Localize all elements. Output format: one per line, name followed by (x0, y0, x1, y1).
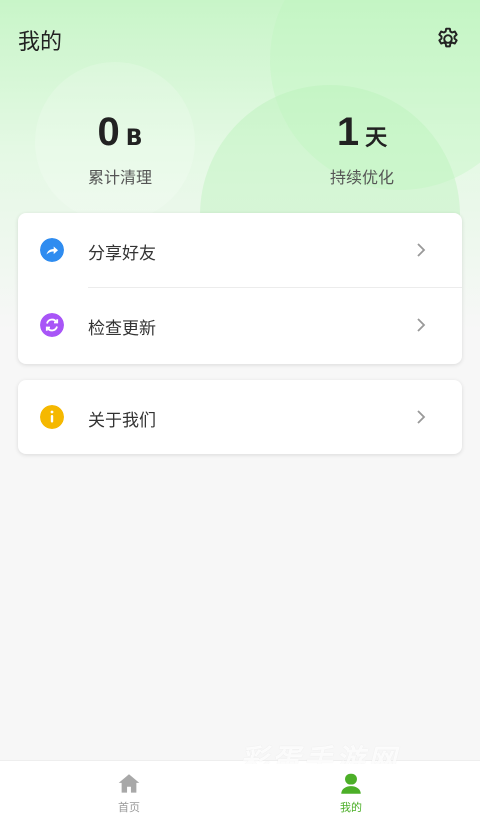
tab-me[interactable]: 我的 (291, 761, 411, 821)
chevron-right-icon (417, 318, 426, 332)
page-header: 我的 (0, 0, 480, 78)
watermark: 彩蛋手游网 (240, 743, 401, 764)
info-icon (40, 405, 64, 429)
refresh-icon (40, 313, 64, 337)
stat-unit: 天 (365, 126, 388, 151)
about-us-item[interactable]: 关于我们 (18, 380, 462, 455)
share-friends-item[interactable]: 分享好友 (18, 213, 462, 288)
check-update-item[interactable]: 检查更新 (18, 288, 462, 363)
gear-icon[interactable] (435, 26, 461, 52)
menu-item-label: 分享好友 (88, 244, 156, 264)
about-card: 关于我们 (18, 380, 462, 454)
stat-cleaned: 0B 累计清理 (20, 108, 220, 188)
stat-optimized: 1天 持续优化 (262, 108, 462, 188)
menu-card: 分享好友 检查更新 (18, 213, 462, 364)
share-icon (40, 238, 64, 262)
chevron-right-icon (417, 410, 426, 424)
person-icon (341, 773, 361, 794)
bottom-tab-bar: 首页 我的 (0, 760, 480, 821)
stat-value: 0 (97, 110, 120, 154)
chevron-right-icon (417, 243, 426, 257)
tab-home[interactable]: 首页 (69, 761, 189, 821)
menu-item-label: 检查更新 (88, 319, 156, 339)
tab-label: 首页 (118, 801, 140, 814)
tab-label: 我的 (340, 801, 362, 814)
page-title: 我的 (18, 30, 63, 55)
stat-label: 累计清理 (87, 168, 152, 187)
stat-label: 持续优化 (329, 168, 394, 187)
stat-value: 1 (336, 110, 360, 154)
home-icon (118, 774, 140, 793)
menu-item-label: 关于我们 (88, 411, 156, 431)
stat-unit: B (125, 126, 143, 151)
